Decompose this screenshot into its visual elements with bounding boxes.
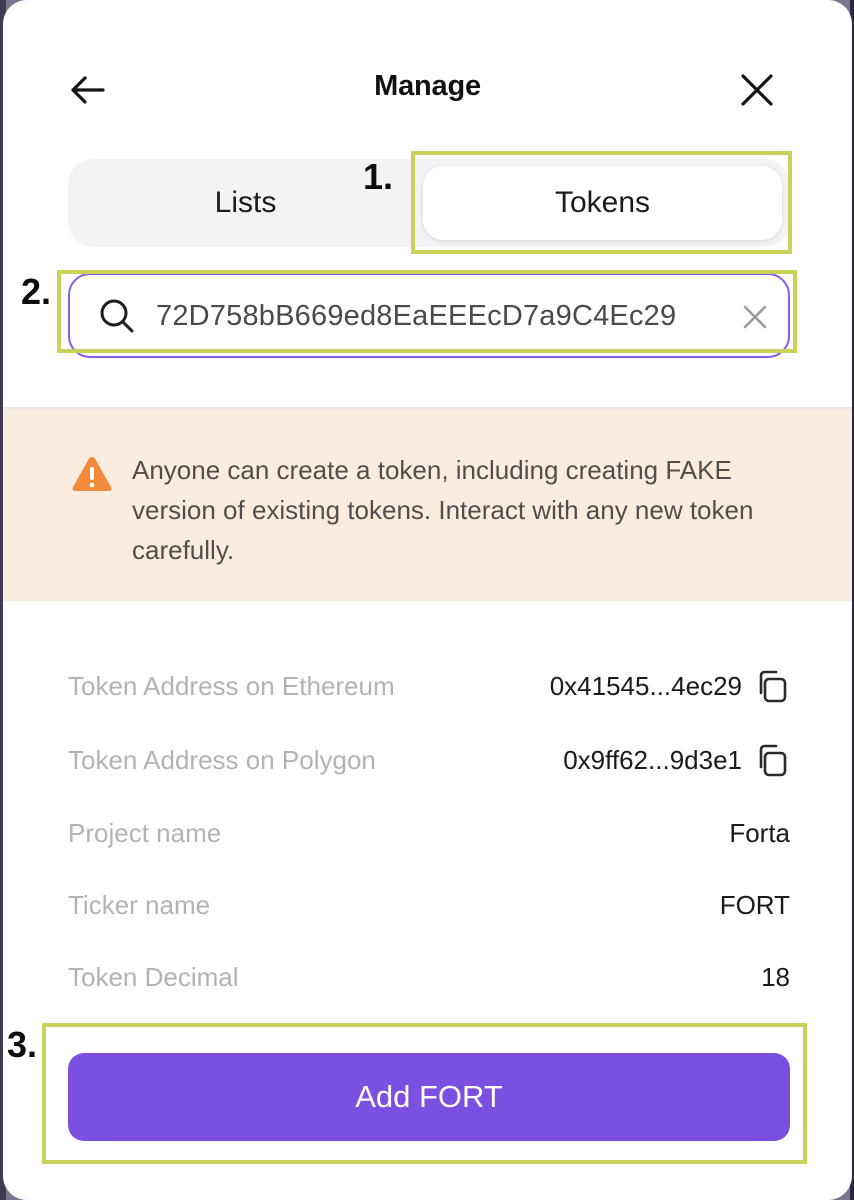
clear-icon xyxy=(743,305,767,329)
detail-value: Forta xyxy=(729,818,790,848)
tab-bar: Lists Tokens xyxy=(68,159,790,247)
token-search-field xyxy=(68,273,790,358)
clear-search-button[interactable] xyxy=(738,300,772,334)
search-input[interactable] xyxy=(156,289,726,343)
copy-icon[interactable] xyxy=(754,742,790,778)
warning-text: Anyone can create a token, including cre… xyxy=(132,455,754,565)
detail-row-ethereum-address: Token Address on Ethereum 0x41545...4ec2… xyxy=(68,666,790,706)
detail-label: Token Address on Polygon xyxy=(68,745,376,775)
step-label-1: 1. xyxy=(363,156,394,197)
close-icon xyxy=(741,74,773,106)
warning-banner: Anyone can create a token, including cre… xyxy=(3,409,852,601)
tab-tokens[interactable]: Tokens xyxy=(423,166,782,240)
detail-row-polygon-address: Token Address on Polygon 0x9ff62...9d3e1 xyxy=(68,740,790,780)
modal-title: Manage xyxy=(374,70,481,102)
step-label-3: 3. xyxy=(7,1024,38,1065)
copy-icon[interactable] xyxy=(754,668,790,704)
detail-value: 0x41545...4ec29 xyxy=(549,671,742,701)
detail-row-project-name: Project name Forta xyxy=(68,813,790,853)
detail-label: Ticker name xyxy=(68,890,211,920)
add-token-button[interactable]: Add FORT xyxy=(68,1053,790,1141)
detail-label: Token Decimal xyxy=(68,962,239,992)
detail-label: Project name xyxy=(68,818,222,848)
detail-value: 18 xyxy=(761,962,790,992)
detail-row-ticker-name: Ticker name FORT xyxy=(68,885,790,925)
close-button[interactable] xyxy=(733,68,781,112)
search-icon xyxy=(100,299,134,333)
detail-label: Token Address on Ethereum xyxy=(68,671,395,701)
manage-modal: Manage Lists Tokens Anyone can create a … xyxy=(3,0,852,1200)
detail-value: 0x9ff62...9d3e1 xyxy=(563,745,742,775)
step-label-2: 2. xyxy=(21,271,52,312)
detail-row-token-decimal: Token Decimal 18 xyxy=(68,957,790,997)
detail-value: FORT xyxy=(719,890,790,920)
warning-triangle-icon xyxy=(72,457,112,491)
